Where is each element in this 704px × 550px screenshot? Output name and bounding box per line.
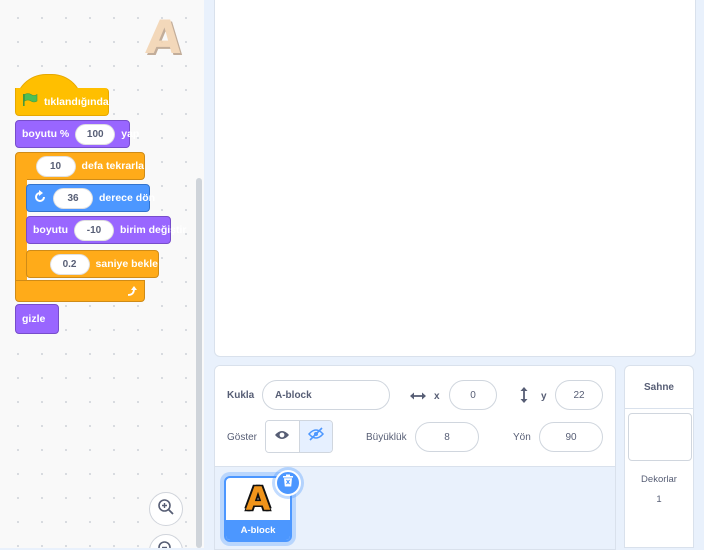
stage-thumbnail[interactable] — [628, 413, 692, 461]
trash-icon — [282, 474, 294, 492]
direction-label: Yön — [513, 432, 531, 443]
change-size-input[interactable]: -10 — [74, 219, 114, 241]
visibility-toggle-group — [265, 420, 333, 453]
backdrops-count: 1 — [656, 494, 662, 505]
x-label: x — [434, 391, 440, 402]
delete-sprite-button[interactable] — [275, 470, 301, 496]
zoom-in-button[interactable] — [149, 492, 183, 526]
current-sprite-watermark: A — [144, 10, 184, 64]
y-label: y — [541, 391, 547, 402]
y-position-input[interactable]: 22 — [555, 380, 603, 410]
set-size-block[interactable]: boyutu % 100 yap — [15, 120, 139, 148]
wait-label: saniye bekle — [95, 258, 158, 270]
sprite-pane: Kukla A-block x 0 y 22 Göster Büyüklük 8… — [214, 365, 616, 550]
stage-selector[interactable]: Sahne Dekorlar 1 — [624, 365, 694, 548]
eye-icon — [274, 428, 290, 446]
panel-divider — [204, 0, 212, 548]
show-label: Göster — [227, 432, 258, 443]
wait-seconds-input[interactable]: 0.2 — [49, 253, 90, 275]
turn-right-block[interactable]: 36 derece dön — [26, 184, 155, 212]
x-position-input[interactable]: 0 — [449, 380, 497, 410]
hide-block[interactable]: gizle — [15, 304, 59, 334]
repeat-label: defa tekrarla — [81, 160, 144, 172]
when-flag-clicked-block[interactable]: tıklandığında — [15, 88, 109, 116]
size-input[interactable]: 8 — [415, 422, 479, 452]
repeat-block-bottom — [15, 280, 145, 302]
code-area-scrollbar[interactable] — [196, 178, 202, 548]
change-size-block[interactable]: boyutu -10 birim değiştir — [26, 216, 187, 244]
code-area[interactable]: A tıklandığında boyutu % 100 yap 10 defa… — [0, 0, 204, 548]
zoom-out-icon — [157, 540, 175, 548]
set-size-suffix: yap — [121, 128, 140, 140]
vertical-arrows-icon — [518, 386, 530, 409]
backdrops-label: Dekorlar — [641, 474, 677, 485]
set-size-label: boyutu % — [22, 128, 70, 140]
zoom-in-icon — [157, 498, 175, 521]
eye-slash-icon — [307, 427, 324, 446]
stage-canvas[interactable] — [214, 0, 696, 357]
zoom-out-button[interactable] — [149, 534, 183, 548]
direction-input[interactable]: 90 — [539, 422, 603, 452]
hide-label: gizle — [22, 313, 46, 325]
repeat-block[interactable]: 10 defa tekrarla — [15, 152, 145, 180]
change-size-label: boyutu — [33, 224, 68, 236]
sprite-info-panel: Kukla A-block x 0 y 22 Göster Büyüklük 8… — [215, 366, 615, 467]
loop-arrow-icon — [126, 284, 138, 302]
wait-block[interactable]: 0.2 saniye bekle — [26, 250, 159, 278]
rotate-right-icon — [33, 189, 47, 207]
show-sprite-button[interactable] — [266, 421, 299, 452]
size-label: Büyüklük — [366, 432, 407, 443]
when-flag-clicked-label: tıklandığında — [44, 95, 109, 108]
sprite-tile-name: A-block — [226, 520, 290, 540]
sprite-name-label: Kukla — [227, 390, 255, 401]
change-size-suffix: birim değiştir — [120, 224, 187, 236]
stage-selector-title: Sahne — [625, 366, 693, 409]
turn-degrees-input[interactable]: 36 — [53, 187, 93, 209]
green-flag-icon — [22, 93, 38, 110]
set-size-input[interactable]: 100 — [75, 123, 116, 145]
turn-label: derece dön — [99, 192, 156, 204]
repeat-count-input[interactable]: 10 — [35, 155, 76, 177]
hide-sprite-button[interactable] — [298, 421, 332, 452]
horizontal-arrows-icon — [409, 389, 427, 407]
sprite-name-input[interactable]: A-block — [262, 380, 390, 410]
